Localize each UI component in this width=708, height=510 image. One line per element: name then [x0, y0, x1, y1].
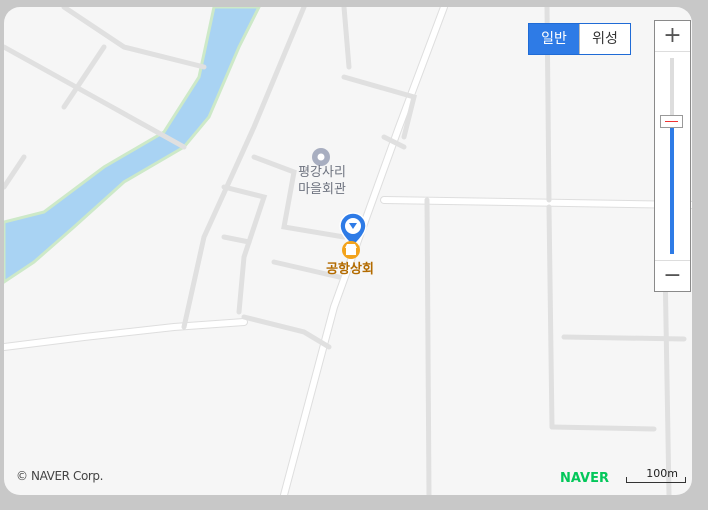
store-icon[interactable]: [342, 241, 360, 259]
zoom-slider-handle[interactable]: [660, 114, 683, 128]
map-canvas[interactable]: 평강사리 마을회관 공항상회 일반 위성 + − © NAVER Corp. N…: [4, 7, 692, 495]
zoom-control: + −: [654, 20, 691, 292]
store-label[interactable]: 공항상회: [310, 261, 390, 278]
west-road: [4, 319, 247, 350]
village-hall-label-line1: 평강사리: [298, 165, 346, 180]
maptype-satellite-button[interactable]: 위성: [579, 24, 630, 54]
naver-logo[interactable]: NAVER: [560, 471, 609, 486]
maptype-toggle: 일반 위성: [528, 23, 631, 55]
village-hall-label-line2: 마을회관: [298, 182, 346, 197]
scale-label: 100m: [646, 467, 678, 480]
zoom-in-button[interactable]: +: [655, 21, 690, 52]
zoom-level-fill: [670, 120, 674, 254]
location-marker-icon[interactable]: [339, 212, 367, 247]
map-base-layer: [4, 7, 692, 495]
village-hall-label[interactable]: 평강사리 마을회관: [280, 164, 364, 198]
zoom-track[interactable]: [670, 58, 674, 254]
maptype-normal-button[interactable]: 일반: [529, 24, 579, 54]
copyright-text: © NAVER Corp.: [16, 469, 104, 483]
scale-bar: 100m: [626, 467, 686, 483]
zoom-out-button[interactable]: −: [655, 260, 690, 291]
